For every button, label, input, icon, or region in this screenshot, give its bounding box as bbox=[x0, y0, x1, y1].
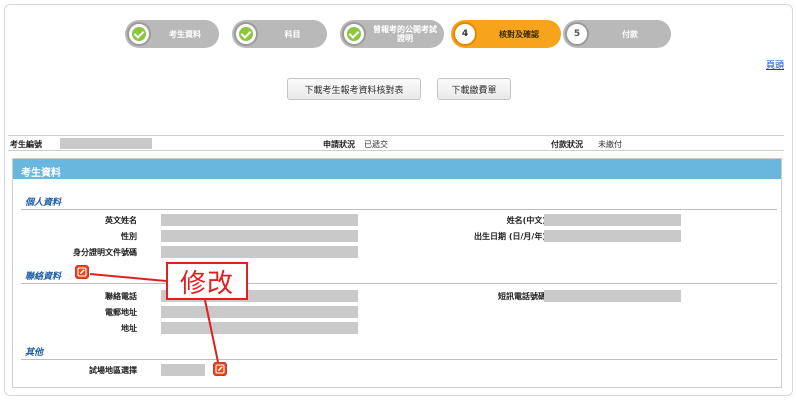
step-circle bbox=[234, 22, 258, 46]
venue-label: 試場地區選擇 bbox=[89, 366, 137, 375]
id-doc-field bbox=[161, 246, 358, 258]
download-form-button[interactable]: 下載考生報考資料核對表 bbox=[287, 78, 421, 100]
chinese-name-field bbox=[544, 214, 681, 226]
section-divider bbox=[21, 283, 777, 284]
pencil-icon bbox=[77, 267, 87, 277]
email-field bbox=[161, 306, 358, 318]
dob-field bbox=[544, 230, 681, 242]
english-name-field bbox=[161, 214, 358, 226]
other-section-title: 其他 bbox=[25, 348, 44, 358]
step-candidate-info[interactable]: 考生資料 bbox=[125, 20, 219, 48]
address-label: 地址 bbox=[121, 324, 137, 333]
step-circle bbox=[127, 22, 151, 46]
step-exam-proof[interactable]: 曾報考的公開考試證明 bbox=[340, 20, 444, 48]
step-label: 科目 bbox=[284, 29, 301, 39]
chinese-name-label: 姓名(中文) bbox=[506, 216, 546, 225]
step-number: 4 bbox=[453, 22, 477, 46]
sms-field bbox=[544, 290, 681, 302]
edit-venue-icon[interactable] bbox=[213, 362, 227, 376]
step-label: 考生資料 bbox=[169, 29, 201, 39]
check-icon bbox=[347, 27, 361, 41]
payment-status-label: 付款狀況 bbox=[551, 140, 583, 149]
step-label: 核對及確認 bbox=[499, 29, 539, 39]
step-verify-confirm[interactable]: 4 核對及確認 bbox=[451, 20, 561, 48]
pencil-icon bbox=[215, 364, 225, 374]
candidate-no-field bbox=[60, 138, 152, 149]
candidate-info-panel: 考生資料 個人資料 英文姓名 性別 身分證明文件號碼 姓名(中文) 出生日期 (… bbox=[12, 158, 782, 388]
gender-label: 性別 bbox=[121, 232, 137, 241]
status-row: 考生編號 申請狀況 已遞交 付款狀況 未繳付 bbox=[8, 135, 784, 151]
step-payment[interactable]: 5 付款 bbox=[563, 20, 671, 48]
application-status-label: 申請狀況 bbox=[323, 140, 355, 149]
edit-callout: 修改 bbox=[166, 262, 248, 300]
dob-label: 出生日期 (日/月/年) bbox=[474, 232, 546, 241]
sms-label: 短訊電話號碼 bbox=[498, 292, 546, 301]
step-subjects[interactable]: 科目 bbox=[232, 20, 327, 48]
payment-status-value: 未繳付 bbox=[598, 140, 622, 149]
candidate-no-label: 考生編號 bbox=[10, 140, 42, 149]
close-link[interactable]: 頁頭 bbox=[766, 58, 784, 71]
personal-section-title: 個人資料 bbox=[25, 198, 62, 208]
venue-field bbox=[161, 364, 205, 376]
download-receipt-button[interactable]: 下載繳費單 bbox=[437, 78, 511, 100]
step-number: 5 bbox=[565, 22, 589, 46]
panel-title: 考生資料 bbox=[13, 159, 781, 179]
check-icon bbox=[239, 27, 253, 41]
address-field bbox=[161, 322, 358, 334]
english-name-label: 英文姓名 bbox=[105, 216, 137, 225]
section-divider bbox=[21, 209, 777, 210]
phone-label: 聯絡電話 bbox=[105, 292, 137, 301]
email-label: 電郵地址 bbox=[105, 308, 137, 317]
check-icon bbox=[132, 27, 146, 41]
step-circle bbox=[342, 22, 366, 46]
gender-field bbox=[161, 230, 358, 242]
step-label: 曾報考的公開考試證明 bbox=[373, 25, 437, 43]
step-label: 付款 bbox=[622, 29, 638, 39]
id-doc-label: 身分證明文件號碼 bbox=[73, 248, 137, 257]
edit-contact-icon[interactable] bbox=[75, 265, 89, 279]
section-divider bbox=[21, 359, 777, 360]
application-status-value: 已遞交 bbox=[364, 140, 388, 149]
contact-section-title: 聯絡資料 bbox=[25, 272, 62, 282]
